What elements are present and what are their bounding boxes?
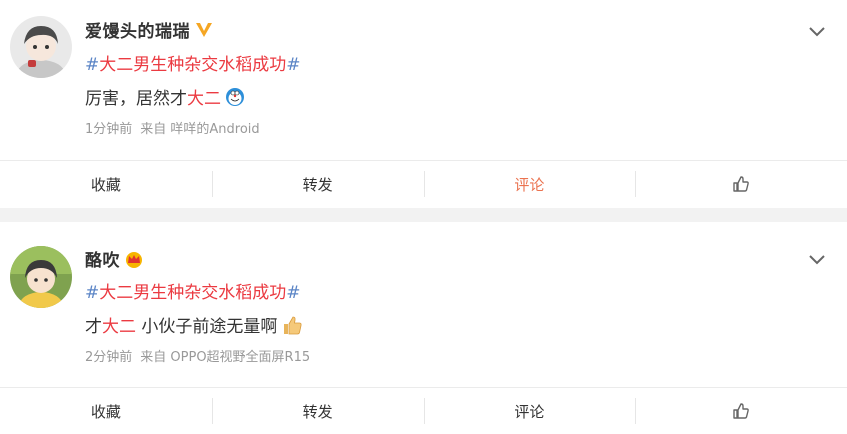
comment-button[interactable]: 评论: [423, 388, 636, 434]
user-name[interactable]: 爱馒头的瑞瑞: [85, 17, 190, 42]
topic-hash-open: #: [85, 55, 100, 75]
topic-text: 大二男生种杂交水稻成功: [99, 283, 287, 303]
like-button[interactable]: [635, 388, 847, 434]
like-button[interactable]: [635, 161, 847, 207]
topic-link[interactable]: #大二男生种杂交水稻成功#: [85, 278, 301, 303]
avatar[interactable]: [10, 16, 72, 78]
topic-hash-close: #: [286, 55, 301, 75]
topic-link[interactable]: #大二男生种杂交水稻成功#: [85, 50, 301, 75]
favorite-button[interactable]: 收藏: [0, 388, 212, 434]
user-name[interactable]: 酪吹: [85, 246, 120, 271]
post-source: 来自 咩咩的Android: [140, 122, 260, 137]
user-name-row: 爱馒头的瑞瑞: [85, 17, 214, 42]
user-name-row: 酪吹: [85, 246, 144, 271]
crown-icon: [124, 250, 144, 268]
action-bar: 收藏 转发 评论: [0, 388, 847, 434]
weibo-post-2: 酪吹 #大二男生种杂交水稻成功# 才大二 小伙子前途无量啊 2分钟前 来自 OPP…: [0, 222, 847, 427]
topic-hash-open: #: [85, 283, 100, 303]
post-text: 厉害，居然才 大二: [85, 84, 245, 109]
chevron-down-icon[interactable]: [807, 252, 827, 266]
post-meta: 1分钟前 来自 咩咩的Android: [85, 118, 260, 137]
thumb-up-icon: [733, 176, 749, 192]
topic-hash-close: #: [286, 283, 301, 303]
post-text-highlight: 大二: [187, 89, 221, 109]
thumb-up-icon: [733, 403, 749, 419]
post-text-highlight: 大二: [102, 317, 136, 337]
favorite-button[interactable]: 收藏: [0, 161, 212, 207]
post-time[interactable]: 2分钟前: [85, 350, 132, 365]
post-meta: 2分钟前 来自 OPPO超视野全面屏R15: [85, 346, 310, 365]
verified-v-icon: [194, 21, 214, 39]
chevron-down-icon[interactable]: [807, 24, 827, 38]
post-text: 才大二 小伙子前途无量啊: [85, 312, 303, 337]
repost-button[interactable]: 转发: [211, 388, 424, 434]
post-separator: [0, 208, 847, 222]
avatar[interactable]: [10, 246, 72, 308]
weibo-post-1: 爱馒头的瑞瑞 #大二男生种杂交水稻成功# 厉害，居然才 大二 1分钟前 来自 咩咩的…: [0, 0, 847, 208]
post-text-before: 才: [85, 317, 102, 337]
post-source: 来自 OPPO超视野全面屏R15: [140, 350, 311, 365]
topic-text: 大二男生种杂交水稻成功: [99, 55, 287, 75]
repost-button[interactable]: 转发: [211, 161, 424, 207]
doraemon-emoji-icon: [225, 87, 245, 107]
thumbs-up-emoji-icon: [281, 314, 303, 336]
post-text-after: 小伙子前途无量啊: [136, 317, 278, 337]
action-bar: 收藏 转发 评论: [0, 161, 847, 207]
comment-button[interactable]: 评论: [423, 161, 636, 207]
post-time[interactable]: 1分钟前: [85, 122, 132, 137]
post-text-before: 厉害，居然才: [85, 89, 187, 109]
